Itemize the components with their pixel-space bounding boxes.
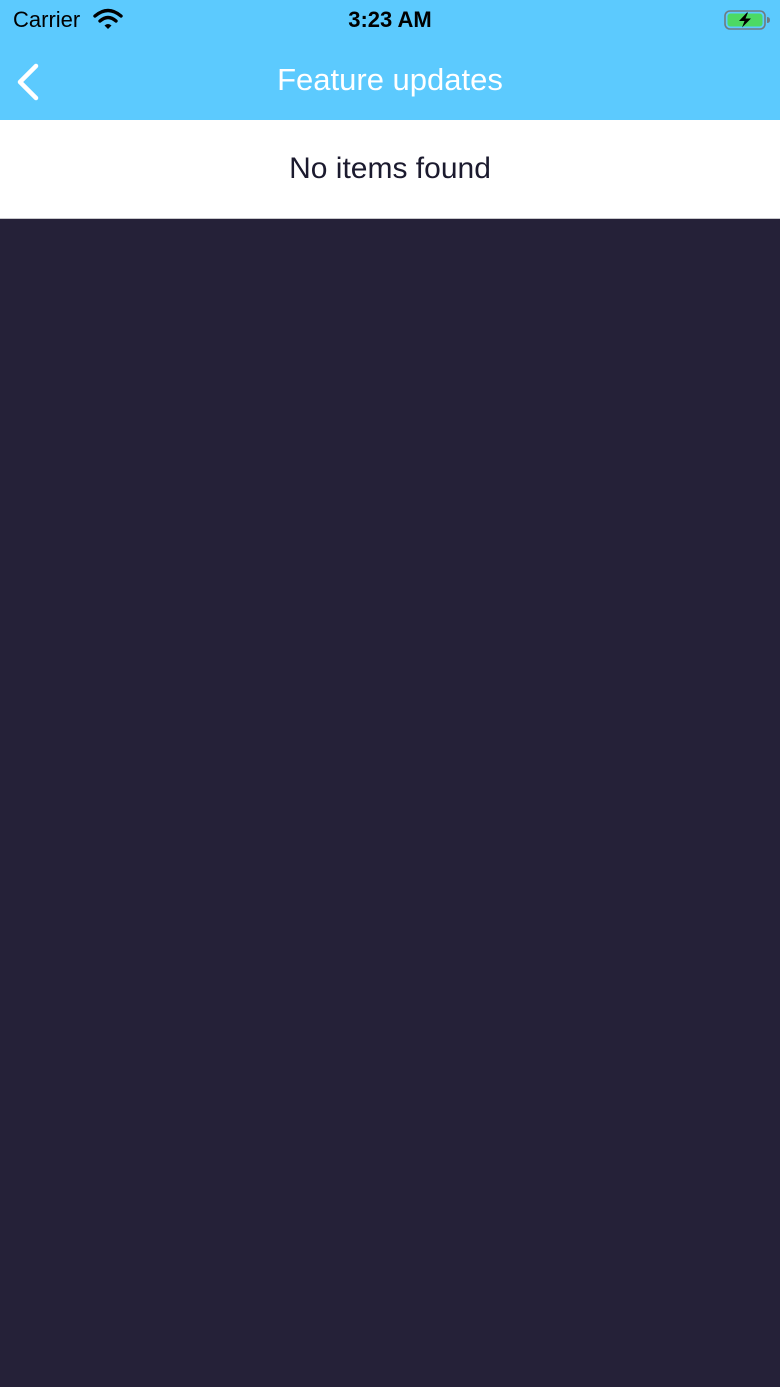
content-area: [0, 219, 780, 1387]
empty-state-message: No items found: [289, 152, 491, 185]
page-title: Feature updates: [277, 62, 503, 97]
header: Carrier 3:23 AM Feature updates: [0, 0, 780, 120]
battery-charging-icon: [724, 8, 772, 32]
navigation-bar: Feature updates: [0, 40, 780, 120]
status-time: 3:23 AM: [348, 7, 432, 32]
empty-state-row: No items found: [0, 120, 780, 219]
status-bar: Carrier 3:23 AM: [0, 0, 780, 40]
